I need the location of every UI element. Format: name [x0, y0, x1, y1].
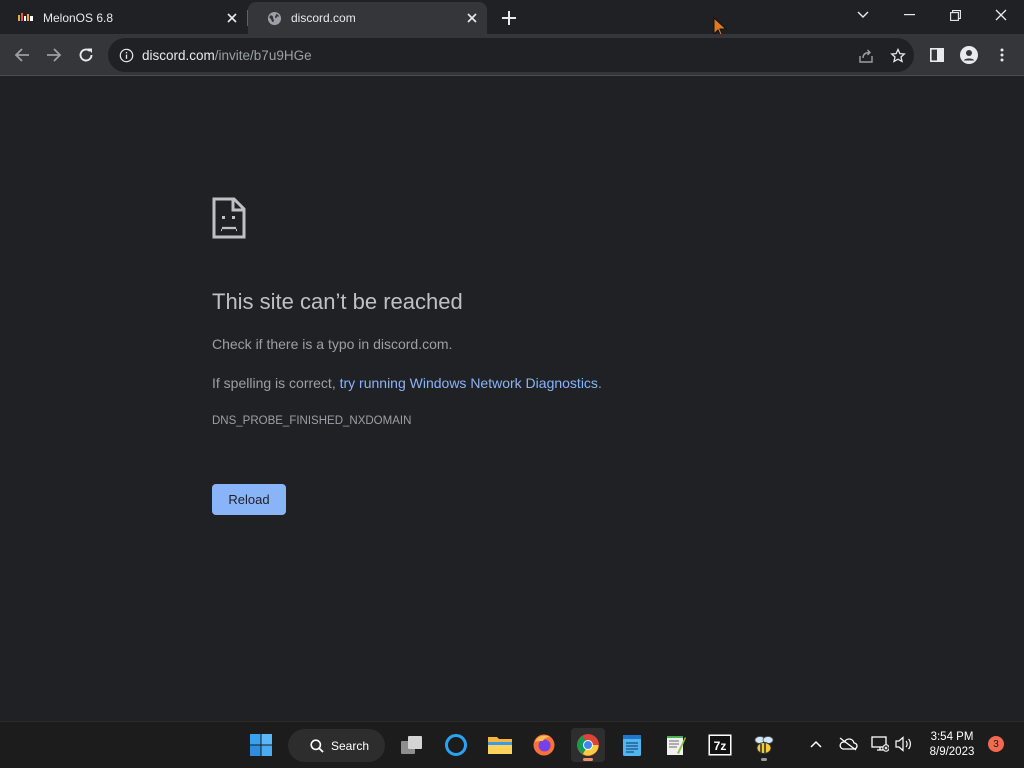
close-window-button[interactable]	[978, 0, 1024, 30]
new-tab-button[interactable]	[499, 8, 519, 28]
file-explorer-icon[interactable]	[483, 728, 517, 762]
clock-time: 3:54 PM	[930, 731, 974, 743]
url-text[interactable]: discord.com/invite/b7u9HGe	[142, 48, 312, 63]
show-hidden-icons-chevron-icon[interactable]	[806, 734, 826, 754]
network-diagnostics-link[interactable]: try running Windows Network Diagnostics	[340, 375, 598, 391]
error-code: DNS_PROBE_FINISHED_NXDOMAIN	[212, 415, 412, 427]
tab-melonos[interactable]: MelonOS 6.8	[0, 2, 247, 34]
diagnostics-suffix: .	[597, 375, 602, 391]
browser-toolbar: discord.com/invite/b7u9HGe	[0, 34, 1024, 76]
tab-title: discord.com	[291, 11, 356, 25]
minimize-button[interactable]	[886, 0, 932, 30]
notification-badge[interactable]: 3	[988, 736, 1004, 752]
tab-discord[interactable]: discord.com	[248, 2, 487, 34]
forward-button[interactable]	[42, 43, 66, 67]
notepad-icon[interactable]	[615, 728, 649, 762]
url-path: /invite/b7u9HGe	[214, 48, 312, 63]
close-tab-icon[interactable]	[464, 10, 480, 26]
more-menu-icon[interactable]	[990, 43, 1014, 67]
network-disconnected-icon[interactable]	[870, 734, 890, 754]
side-panel-icon[interactable]	[925, 43, 949, 67]
cortana-icon[interactable]	[439, 728, 473, 762]
7zip-icon[interactable]: 7z	[703, 728, 737, 762]
svg-text:7z: 7z	[714, 739, 727, 753]
profile-avatar-icon[interactable]	[957, 43, 981, 67]
url-host: discord.com	[142, 48, 215, 63]
address-bar[interactable]: discord.com/invite/b7u9HGe	[108, 38, 914, 72]
globe-icon	[266, 10, 282, 26]
active-indicator	[583, 758, 593, 761]
tab-strip: MelonOS 6.8 discord.com	[0, 0, 1024, 38]
onedrive-offline-icon[interactable]	[838, 734, 858, 754]
error-title: This site can’t be reached	[212, 289, 463, 314]
site-info-icon[interactable]	[118, 47, 134, 63]
error-suggestion-typo: Check if there is a typo in discord.com.	[212, 336, 453, 352]
notepad-plus-plus-icon[interactable]	[659, 728, 693, 762]
search-icon	[309, 738, 325, 754]
volume-icon[interactable]	[894, 734, 914, 754]
restore-button[interactable]	[932, 0, 978, 30]
bookmark-star-icon[interactable]	[889, 47, 907, 65]
bee-app-icon[interactable]	[747, 728, 781, 762]
error-suggestion-diagnostics: If spelling is correct, try running Wind…	[212, 375, 602, 391]
tab-search-button[interactable]	[840, 0, 886, 30]
taskbar: Search 7z 3:54 PM 8/9/2023 3	[0, 721, 1024, 768]
clock-date: 8/9/2023	[929, 746, 975, 758]
share-icon[interactable]	[857, 47, 875, 65]
chrome-icon[interactable]	[571, 728, 605, 762]
firefox-icon[interactable]	[527, 728, 561, 762]
system-clock[interactable]: 3:54 PM 8/9/2023	[922, 730, 982, 760]
diagnostics-prefix: If spelling is correct,	[212, 375, 340, 391]
sad-page-icon	[212, 197, 246, 239]
close-tab-icon[interactable]	[224, 10, 240, 26]
search-label: Search	[331, 738, 370, 753]
running-indicator	[761, 758, 767, 761]
melon-favicon-icon	[18, 10, 34, 26]
start-button[interactable]	[244, 728, 278, 762]
reload-button[interactable]: Reload	[212, 484, 286, 515]
reload-icon[interactable]	[74, 43, 98, 67]
tab-title: MelonOS 6.8	[43, 11, 114, 25]
taskbar-search[interactable]: Search	[288, 729, 385, 762]
back-button[interactable]	[10, 43, 34, 67]
task-view-icon[interactable]	[395, 728, 429, 762]
page-content: This site can’t be reached Check if ther…	[0, 77, 1024, 721]
